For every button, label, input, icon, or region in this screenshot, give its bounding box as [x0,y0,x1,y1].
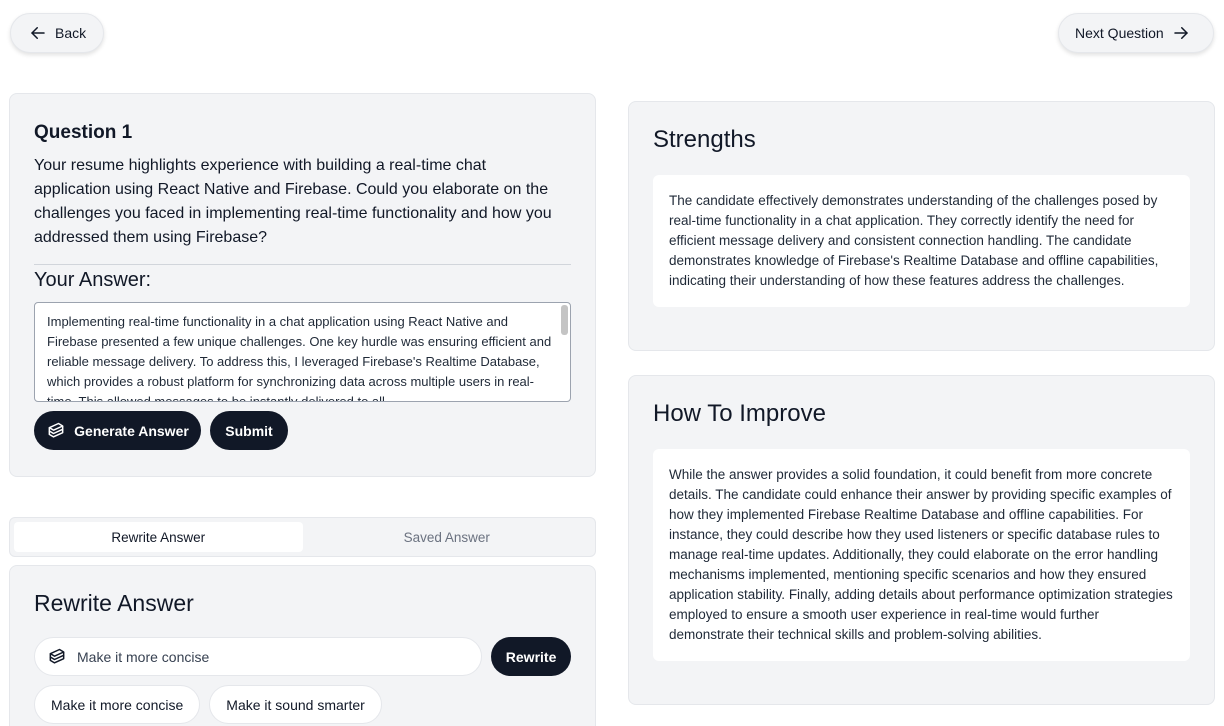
generate-answer-button[interactable]: Generate Answer [34,411,201,450]
answer-textarea[interactable]: Implementing real-time functionality in … [34,302,571,402]
rewrite-input-value: Make it more concise [77,648,210,665]
submit-label: Submit [225,422,273,439]
improve-card: How To Improve While the answer provides… [628,375,1215,705]
chip-sound-smarter[interactable]: Make it sound smarter [209,685,382,724]
divider [34,264,571,265]
next-question-button[interactable]: Next Question [1058,13,1214,53]
rewrite-button-label: Rewrite [505,648,557,665]
back-button[interactable]: Back [10,13,104,53]
rewrite-input[interactable]: Make it more concise [34,637,483,676]
question-card: Question 1 Your resume highlights experi… [9,93,596,477]
sparkle-icon [48,422,64,438]
generate-answer-label: Generate Answer [74,422,189,439]
strengths-text: The candidate effectively demonstrates u… [653,175,1190,307]
improve-text: While the answer provides a solid founda… [653,449,1190,661]
question-title: Question 1 [34,122,133,143]
next-question-label: Next Question [1075,25,1164,41]
arrow-right-icon [1173,27,1188,39]
rewrite-card: Rewrite Answer Make it more concise Rewr… [9,565,596,726]
rewrite-title: Rewrite Answer [34,590,194,616]
answer-scrollbar[interactable] [561,305,568,335]
tab-saved-answer[interactable]: Saved Answer [303,522,592,552]
arrow-left-icon [31,27,45,39]
strengths-title: Strengths [653,126,756,153]
chip-more-concise[interactable]: Make it more concise [34,685,201,724]
back-button-label: Back [55,25,87,41]
rewrite-button[interactable]: Rewrite [491,637,571,676]
submit-button[interactable]: Submit [210,411,288,450]
answer-text: Implementing real-time functionality in … [47,314,552,402]
tab-rewrite-answer[interactable]: Rewrite Answer [14,522,303,552]
improve-title: How To Improve [653,400,826,427]
sparkle-icon [49,648,65,664]
question-text: Your resume highlights experience with b… [34,157,552,246]
answer-label: Your Answer: [34,269,152,291]
strengths-card: Strengths The candidate effectively demo… [628,101,1215,351]
answer-tabs: Rewrite Answer Saved Answer [9,517,596,557]
